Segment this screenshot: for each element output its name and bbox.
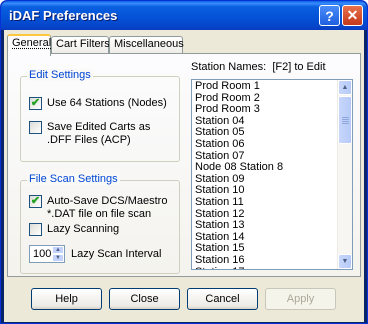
spin-down-icon[interactable]: ▼	[52, 254, 64, 262]
scroll-up-icon: ▲	[341, 84, 349, 91]
use-64-stations-label: Use 64 Stations (Nodes)	[47, 97, 167, 109]
spin-up-icon[interactable]: ▲	[52, 246, 64, 254]
use-64-stations-checkbox[interactable]: ✔	[29, 97, 42, 110]
general-tab-panel: Edit Settings ✔ Use 64 Stations (Nodes) …	[7, 53, 361, 277]
help-title-button[interactable]: ?	[319, 5, 340, 26]
station-list-item[interactable]: Station 06	[195, 138, 283, 151]
help-button[interactable]: Help	[31, 288, 102, 310]
window-title: iDAF Preferences	[9, 8, 118, 23]
auto-save-row[interactable]: ✔ Auto-Save DCS/Maestro *.DAT file on fi…	[29, 195, 167, 221]
thumb-grip-line	[342, 121, 349, 122]
auto-save-line1: Auto-Save DCS/Maestro	[47, 195, 168, 207]
file-scan-settings-title: File Scan Settings	[27, 173, 120, 185]
question-icon: ?	[325, 7, 334, 24]
lazy-scanning-label: Lazy Scanning	[47, 223, 120, 235]
close-button-label: Close	[130, 293, 159, 305]
cancel-button[interactable]: Cancel	[187, 288, 258, 310]
apply-button-label: Apply	[286, 293, 315, 305]
scroll-down-icon: ▼	[341, 258, 349, 265]
station-list-item[interactable]: Node 08 Station 8	[195, 162, 283, 174]
scroll-down-button[interactable]: ▼	[338, 254, 352, 269]
auto-save-label: Auto-Save DCS/Maestro *.DAT file on file…	[47, 195, 167, 221]
save-edited-carts-line1: Save Edited Carts as	[47, 121, 151, 133]
station-list-item[interactable]: Station 16	[195, 254, 283, 267]
preferences-window: iDAF Preferences ? ✕ General Cart Filter…	[0, 0, 368, 324]
lazy-scanning-checkbox[interactable]	[29, 223, 42, 236]
edit-settings-group: Edit Settings ✔ Use 64 Stations (Nodes) …	[20, 69, 180, 162]
edit-settings-title: Edit Settings	[27, 69, 93, 81]
scroll-up-button[interactable]: ▲	[338, 80, 352, 95]
scroll-thumb[interactable]	[338, 96, 352, 144]
station-list-item[interactable]: Station 11	[195, 196, 283, 209]
tab-general[interactable]: General	[7, 34, 51, 56]
lazy-scan-interval-spinner[interactable]: 100 ▲ ▼	[29, 245, 65, 263]
close-title-button[interactable]: ✕	[342, 5, 363, 26]
spin-arrows: ▲ ▼	[52, 246, 64, 262]
file-scan-settings-group: File Scan Settings ✔ Auto-Save DCS/Maest…	[20, 173, 180, 274]
save-edited-carts-line2: .DFF Files (ACP)	[47, 134, 131, 146]
lazy-scan-interval-label: Lazy Scan Interval	[71, 248, 162, 260]
station-list-scrollbar[interactable]: ▲ ▼	[337, 80, 352, 269]
tab-miscellaneous[interactable]: Miscellaneous	[109, 36, 184, 54]
save-edited-carts-row[interactable]: Save Edited Carts as .DFF Files (ACP)	[29, 121, 150, 147]
use-64-stations-row[interactable]: ✔ Use 64 Stations (Nodes)	[29, 97, 167, 110]
cancel-button-label: Cancel	[205, 293, 240, 305]
station-names-header: Station Names: [F2] to Edit	[191, 61, 326, 73]
title-bar[interactable]: iDAF Preferences ? ✕	[1, 1, 367, 30]
thumb-grip-line	[342, 117, 349, 118]
help-button-label: Help	[55, 293, 78, 305]
thumb-grip-line	[342, 119, 349, 120]
station-list-items: Prod Room 1 Prod Room 2 Prod Room 3 Station…	[195, 80, 283, 269]
tab-cart-filters[interactable]: Cart Filters	[51, 36, 110, 54]
lazy-scan-interval-value[interactable]: 100	[30, 246, 52, 262]
close-icon: ✕	[346, 7, 359, 23]
auto-save-checkbox[interactable]: ✔	[29, 195, 42, 208]
save-edited-carts-checkbox[interactable]	[29, 121, 42, 134]
station-list-item[interactable]: Station 13	[195, 220, 283, 232]
thumb-grip-line	[342, 123, 349, 124]
station-list-item[interactable]: Prod Room 1	[195, 80, 283, 93]
lazy-scanning-row[interactable]: Lazy Scanning	[29, 223, 119, 236]
dialog-client-area: General Cart Filters Miscellaneous Edit …	[4, 30, 364, 322]
save-edited-carts-label: Save Edited Carts as .DFF Files (ACP)	[47, 121, 150, 147]
station-names-listbox[interactable]: Prod Room 1 Prod Room 2 Prod Room 3 Station…	[191, 79, 353, 270]
station-list-item[interactable]: Station 17	[195, 266, 283, 269]
apply-button: Apply	[265, 288, 336, 310]
auto-save-line2: *.DAT file on file scan	[47, 208, 152, 220]
close-button[interactable]: Close	[109, 288, 180, 310]
